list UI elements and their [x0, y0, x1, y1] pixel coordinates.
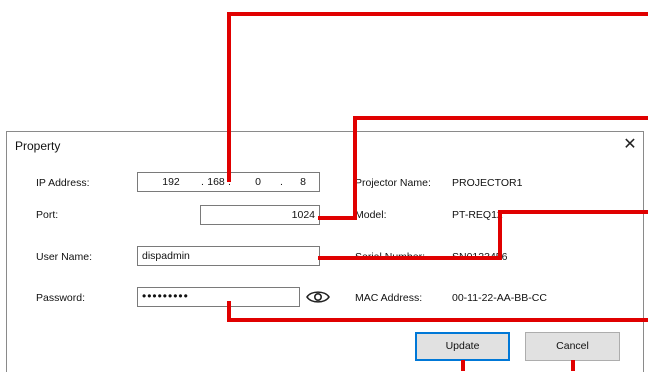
model-label: Model:	[355, 209, 387, 221]
close-icon[interactable]: ✕	[617, 132, 643, 158]
ip-octet-4: 8	[300, 176, 306, 188]
eye-icon[interactable]	[306, 289, 330, 305]
ip-address-field[interactable]: 192 . 168 . 0 . 8	[137, 172, 320, 192]
serial-number-value: SN0123456	[452, 251, 508, 263]
ip-separator: .	[228, 176, 231, 188]
ip-address-label: IP Address:	[36, 177, 90, 189]
serial-number-label: Serial Number:	[355, 251, 426, 263]
update-button[interactable]: Update	[415, 332, 510, 361]
ip-octet-3: 0	[255, 176, 261, 188]
projector-name-label: Projector Name:	[355, 177, 431, 189]
port-label: Port:	[36, 209, 59, 221]
dialog-title: Property	[15, 139, 61, 153]
title-bar: Property ✕	[7, 132, 643, 158]
ip-octet-2: 168	[207, 176, 225, 188]
ip-octet-1: 192	[162, 176, 180, 188]
user-name-input[interactable]: dispadmin	[137, 246, 320, 266]
user-name-label: User Name:	[36, 251, 93, 263]
mac-address-label: MAC Address:	[355, 292, 423, 304]
ip-separator: .	[280, 176, 283, 188]
cancel-button[interactable]: Cancel	[525, 332, 620, 361]
mac-address-value: 00-11-22-AA-BB-CC	[452, 292, 547, 304]
model-value: PT-REQ12	[452, 209, 503, 221]
password-label: Password:	[36, 292, 86, 304]
port-input[interactable]: 1024	[200, 205, 320, 225]
projector-name-value: PROJECTOR1	[452, 177, 523, 189]
password-input[interactable]: •••••••••	[137, 287, 300, 307]
